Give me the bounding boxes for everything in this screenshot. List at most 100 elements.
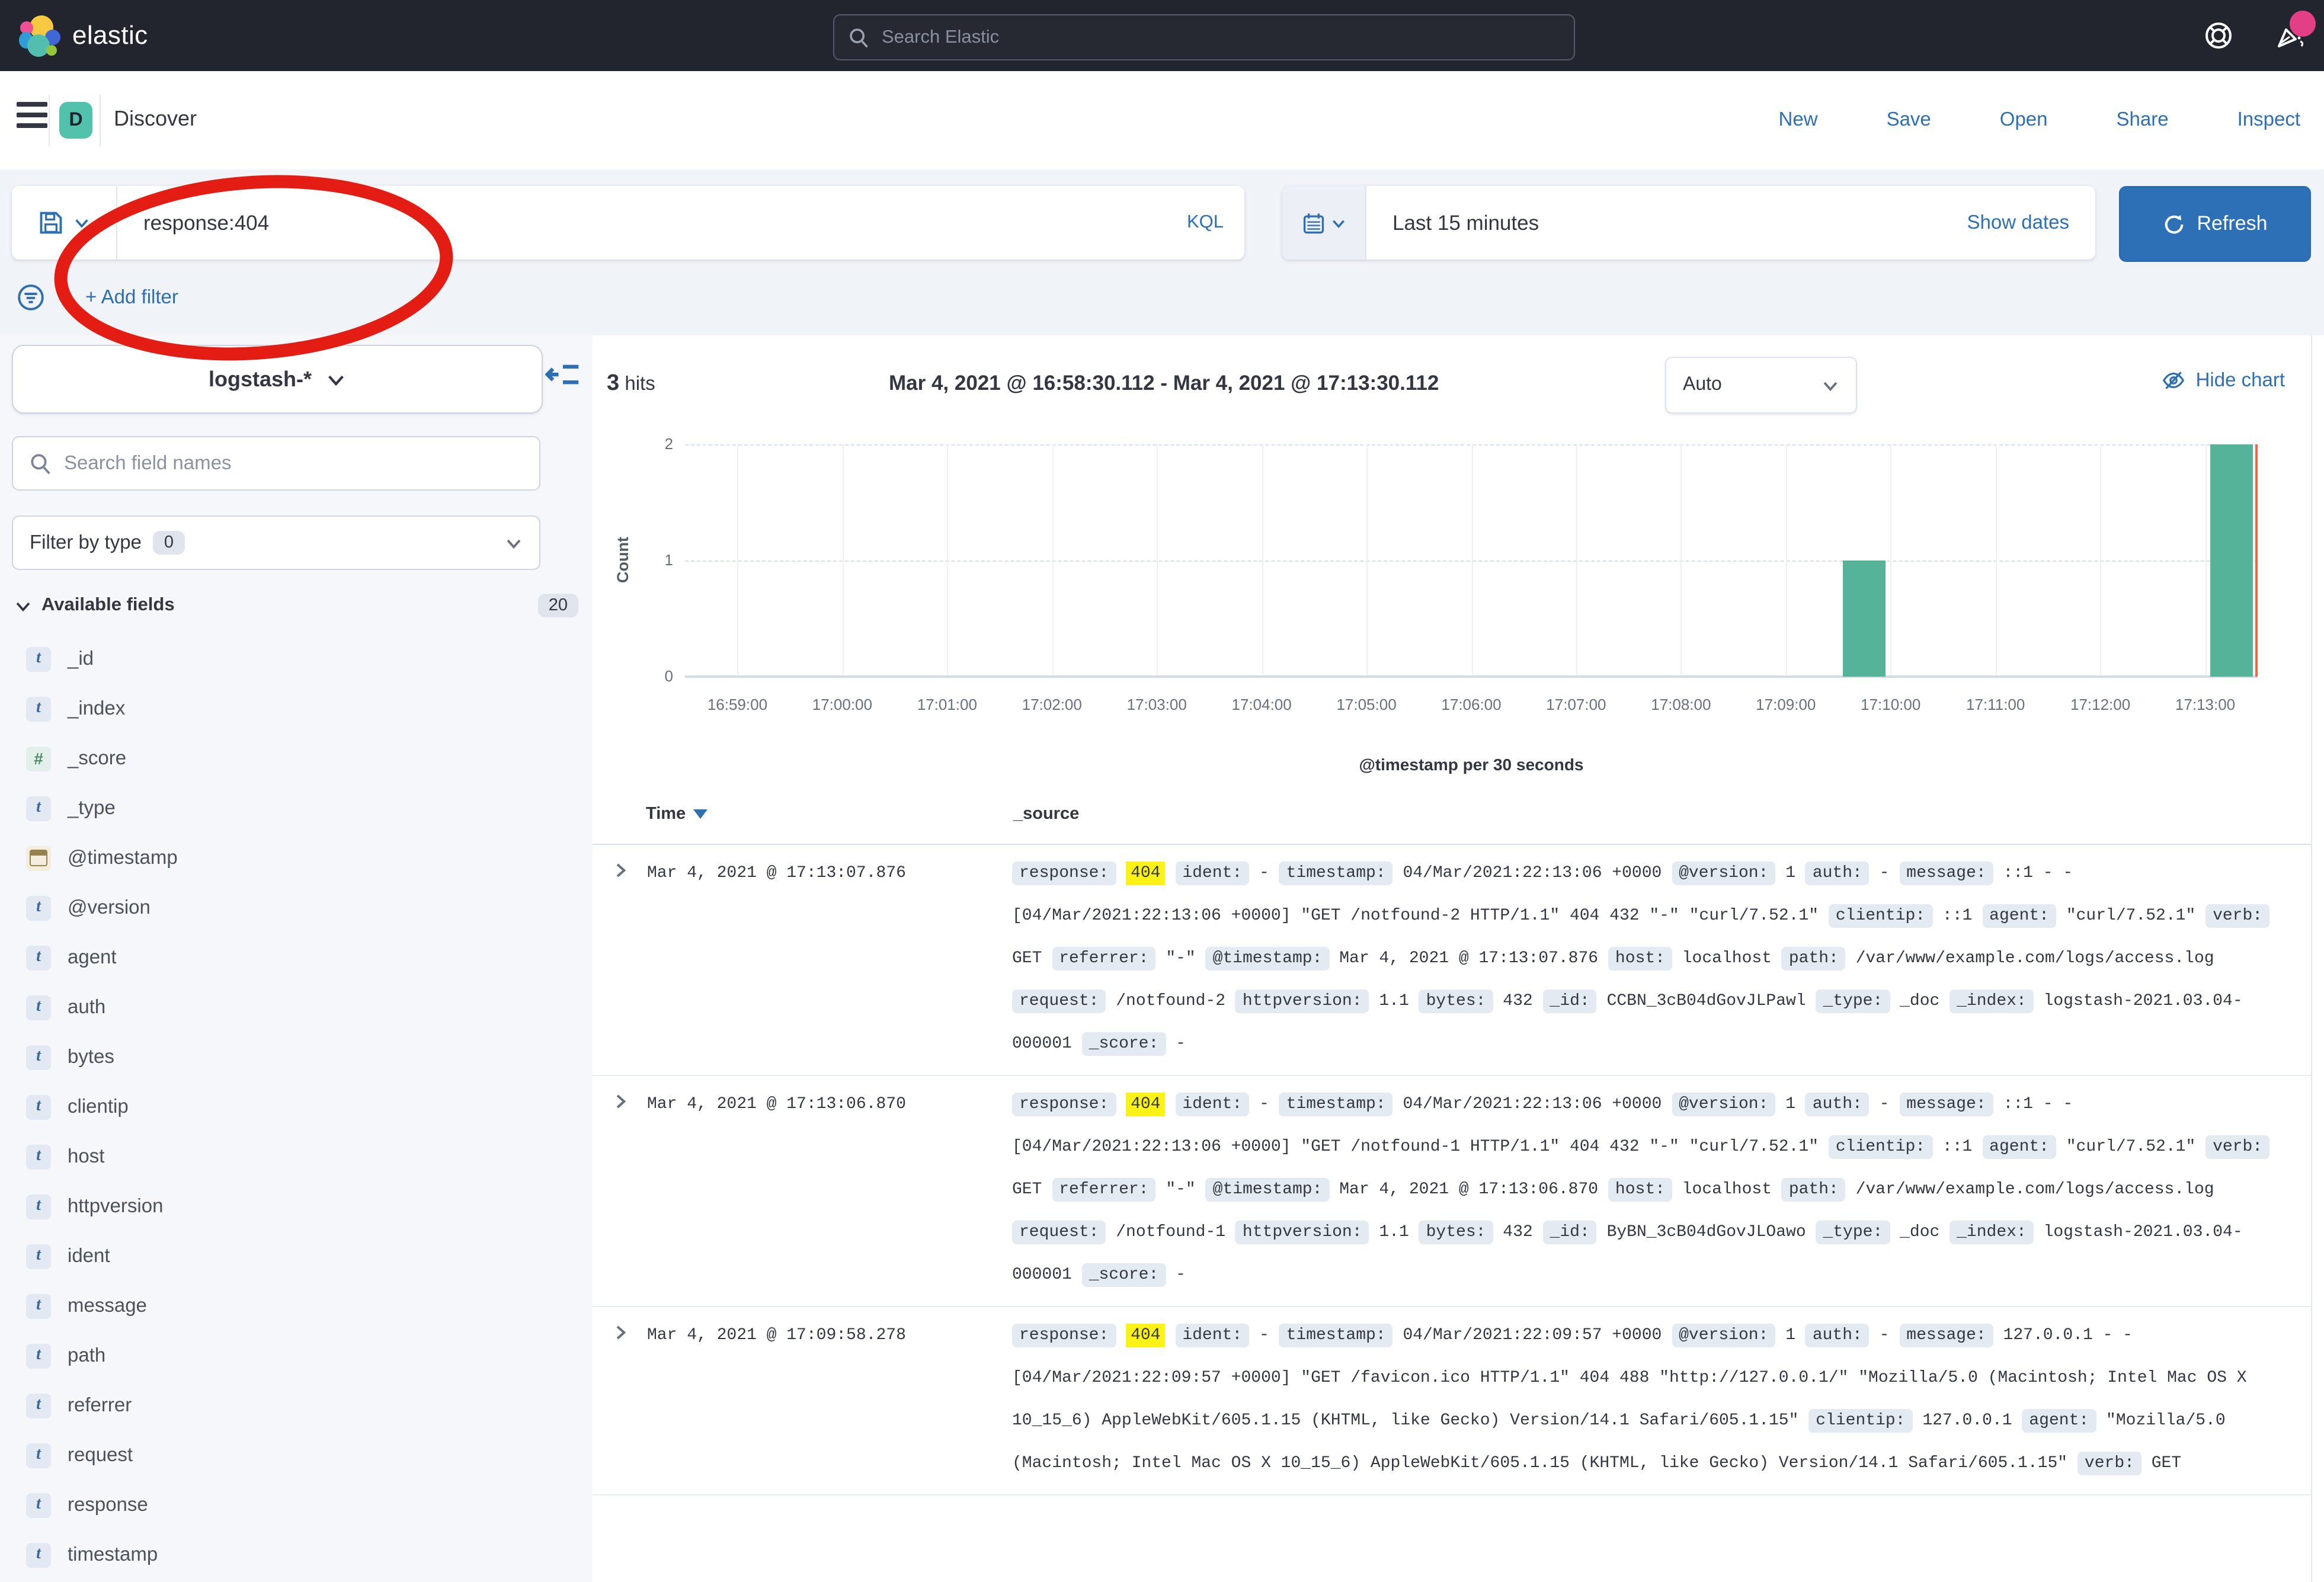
- global-search-input[interactable]: Search Elastic: [833, 14, 1575, 60]
- field-key: agent:: [1982, 1135, 2056, 1159]
- doc-timestamp: Mar 4, 2021 @ 17:13:07.876: [647, 852, 1012, 895]
- field-key: httpversion:: [1235, 1221, 1369, 1244]
- field-key: bytes:: [1419, 1221, 1493, 1244]
- collapse-sidebar-icon[interactable]: [545, 357, 581, 392]
- column-time[interactable]: Time: [646, 805, 707, 824]
- show-dates-button[interactable]: Show dates: [1967, 212, 2095, 234]
- chevron-down-icon: [14, 597, 32, 614]
- menu-icon[interactable]: [17, 102, 47, 128]
- field-value: /notfound-2: [1116, 992, 1225, 1011]
- field-value: "curl/7.52.1": [2066, 1138, 2195, 1157]
- hide-chart-button[interactable]: Hide chart: [2162, 369, 2285, 392]
- discover-app-badge: D: [59, 102, 92, 139]
- field-item-message[interactable]: tmessage: [0, 1281, 593, 1331]
- highlighted-value: 404: [1126, 1093, 1165, 1116]
- y-tick-1: 1: [630, 551, 673, 569]
- index-pattern-select[interactable]: logstash-*: [12, 345, 543, 414]
- table-row: Mar 4, 2021 @ 17:13:06.870response: 404 …: [593, 1076, 2311, 1307]
- field-key: response:: [1012, 1093, 1116, 1116]
- filter-divider: –: [59, 285, 71, 310]
- chevron-down-icon: [1330, 215, 1346, 230]
- field-item-referrer[interactable]: treferrer: [0, 1381, 593, 1430]
- interval-select[interactable]: Auto: [1665, 357, 1857, 414]
- y-tick-0: 0: [630, 667, 673, 685]
- field-item-clientip[interactable]: tclientip: [0, 1082, 593, 1132]
- field-value: ByBN_3cB04dGovJLOawo: [1607, 1223, 1806, 1242]
- global-header: elastic Search Elastic: [0, 0, 2324, 71]
- field-name: _score: [68, 747, 126, 770]
- field-item-bytes[interactable]: tbytes: [0, 1032, 593, 1082]
- hits-number: 3: [607, 371, 619, 396]
- available-fields-header[interactable]: Available fields 20: [14, 594, 578, 617]
- date-type-icon: [26, 846, 51, 870]
- field-search-input[interactable]: Search field names: [12, 436, 540, 491]
- bar-17:09:30[interactable]: [1843, 561, 1886, 677]
- add-filter-button[interactable]: + Add filter: [85, 286, 178, 309]
- field-item-httpversion[interactable]: thttpversion: [0, 1181, 593, 1231]
- field-item-agent[interactable]: tagent: [0, 933, 593, 982]
- field-item-@version[interactable]: t@version: [0, 883, 593, 933]
- filter-icon[interactable]: [17, 283, 45, 312]
- field-item-auth[interactable]: tauth: [0, 982, 593, 1032]
- field-name: clientip: [68, 1096, 129, 1118]
- x-tick-17:00:00: 17:00:00: [812, 696, 872, 713]
- field-key: _index:: [1950, 1221, 2034, 1244]
- action-share[interactable]: Share: [2117, 109, 2169, 132]
- field-item-ident[interactable]: tident: [0, 1231, 593, 1281]
- field-value: 1: [1785, 864, 1795, 883]
- time-picker: Last 15 minutes Show dates: [1282, 186, 2095, 260]
- expand-row-icon[interactable]: [593, 852, 647, 879]
- chevron-down-icon: [326, 369, 346, 389]
- histogram-chart[interactable]: Count @timestamp per 30 seconds 21016:59…: [685, 444, 2258, 677]
- expand-row-icon[interactable]: [593, 1314, 647, 1341]
- field-value: CCBN_3cB04dGovJLPawl: [1607, 992, 1806, 1011]
- field-item-@timestamp[interactable]: @timestamp: [0, 833, 593, 883]
- index-pattern-name: logstash-*: [209, 367, 312, 392]
- field-name: referrer: [68, 1394, 132, 1417]
- field-item-_id[interactable]: t_id: [0, 634, 593, 684]
- string-type-icon: t: [26, 995, 51, 1020]
- saved-query-menu-button[interactable]: [12, 186, 117, 260]
- field-name: auth: [68, 996, 105, 1019]
- field-value: GET: [1012, 949, 1042, 968]
- field-key: response:: [1012, 862, 1116, 885]
- field-value: 432: [1503, 1223, 1532, 1242]
- kql-language-button[interactable]: KQL: [1166, 212, 1244, 233]
- field-item-_index[interactable]: t_index: [0, 684, 593, 734]
- field-item-timestamp[interactable]: ttimestamp: [0, 1530, 593, 1580]
- field-key: clientip:: [1829, 1135, 1932, 1159]
- time-range-value[interactable]: Last 15 minutes: [1366, 210, 1967, 235]
- time-picker-calendar-button[interactable]: [1282, 186, 1366, 260]
- field-name: timestamp: [68, 1543, 158, 1566]
- app-header: D Discover NewSaveOpenShareInspect: [0, 71, 2324, 171]
- action-new[interactable]: New: [1779, 109, 1818, 132]
- x-tick-17:06:00: 17:06:00: [1441, 696, 1501, 713]
- string-type-icon: t: [26, 1144, 51, 1169]
- help-icon[interactable]: [2203, 20, 2234, 51]
- field-item-_score[interactable]: #_score: [0, 734, 593, 783]
- expand-row-icon[interactable]: [593, 1083, 647, 1110]
- field-key: ident:: [1175, 1093, 1249, 1116]
- field-value: "curl/7.52.1": [2066, 907, 2195, 925]
- elastic-brand[interactable]: elastic: [19, 14, 148, 57]
- action-open[interactable]: Open: [2000, 109, 2048, 132]
- field-item-path[interactable]: tpath: [0, 1331, 593, 1381]
- doc-table-header: Time _source: [593, 805, 2311, 845]
- action-save[interactable]: Save: [1887, 109, 1931, 132]
- field-item-host[interactable]: thost: [0, 1132, 593, 1181]
- bar-17:13:00[interactable]: [2210, 444, 2253, 677]
- hits-label: hits: [625, 373, 655, 395]
- field-key: clientip:: [1808, 1409, 1912, 1433]
- field-item-_type[interactable]: t_type: [0, 783, 593, 833]
- field-item-response[interactable]: tresponse: [0, 1480, 593, 1530]
- string-type-icon: t: [26, 895, 51, 920]
- string-type-icon: t: [26, 1045, 51, 1069]
- field-key: verb:: [2205, 904, 2269, 928]
- refresh-button[interactable]: Refresh: [2119, 186, 2311, 262]
- filter-by-type-select[interactable]: Filter by type 0: [12, 515, 540, 570]
- field-item-request[interactable]: trequest: [0, 1430, 593, 1480]
- time-range-end-marker: [2255, 444, 2258, 677]
- newsfeed-icon[interactable]: [2274, 20, 2305, 51]
- query-input[interactable]: response:404: [117, 210, 1166, 235]
- action-inspect[interactable]: Inspect: [2237, 109, 2300, 132]
